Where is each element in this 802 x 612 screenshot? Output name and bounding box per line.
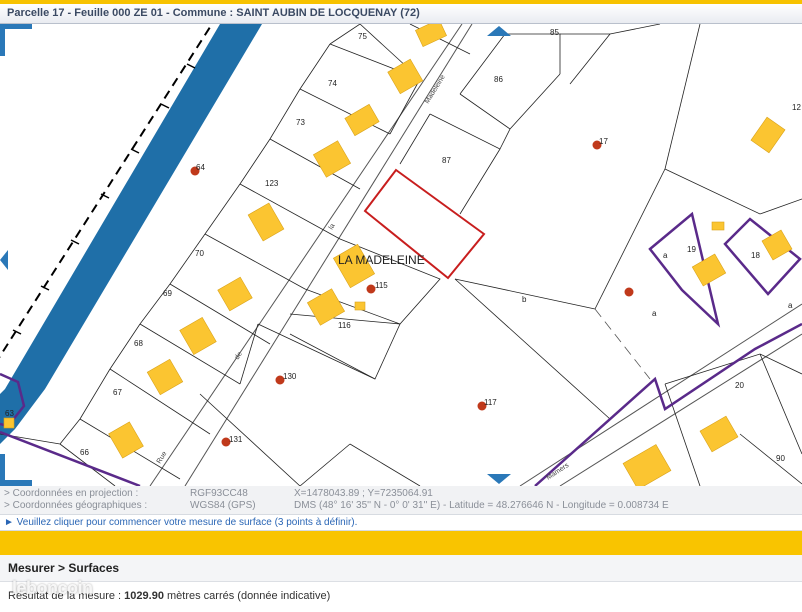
parcel-label-70: 70 (195, 249, 204, 258)
street-label: la (328, 223, 337, 231)
parcel-label-73: 73 (296, 118, 305, 127)
parcel-label-12: 12 (792, 103, 801, 112)
parcel-label-64: 64 (196, 163, 205, 172)
parcel-label-123: 123 (265, 179, 279, 188)
parcel-label-74: 74 (328, 79, 337, 88)
leboncoin-watermark: leboncoin (12, 578, 93, 598)
projection-system: RGF93CC48 (190, 488, 248, 499)
parcel-label-66: 66 (80, 448, 89, 457)
road-edges (149, 24, 802, 486)
corner-bracket-tl (0, 24, 32, 56)
parcel-label-115: 115 (375, 281, 388, 290)
parcel-label-85: 85 (550, 28, 559, 37)
projection-label: > Coordonnées en projection : (4, 488, 139, 499)
result-suffix: mètres carrés (donnée indicative) (163, 590, 331, 602)
instruction-text: ► Veuillez cliquer pour commencer votre … (4, 517, 358, 528)
dashed-boundary (594, 308, 651, 380)
coordinates-panel: > Coordonnées en projection : RGF93CC48 … (0, 486, 802, 514)
measure-instruction: ► Veuillez cliquer pour commencer votre … (0, 514, 802, 531)
parcel-label-68: 68 (134, 339, 143, 348)
cadastre-map[interactable]: 75 85 74 86 73 87 17 123 64 70 19 18 12 69 115 1… (0, 24, 802, 486)
parcel-label-90: 90 (776, 454, 785, 463)
pan-up-arrow[interactable] (487, 26, 511, 36)
parcel-label-19: 19 (687, 245, 696, 254)
parcel-title: Parcelle 17 - Feuille 000 ZE 01 - Commun… (7, 7, 420, 19)
yellow-band (0, 531, 802, 555)
measure-result: Résultat de la mesure : 1029.90 mètres c… (0, 581, 802, 612)
pan-left-arrow[interactable] (0, 250, 8, 270)
place-label: LA MADELEINE (338, 253, 425, 267)
measure-panel-title: Mesurer > Surfaces (8, 561, 120, 575)
result-value: 1029.90 (124, 590, 164, 602)
measure-panel: Mesurer > Surfaces Résultat de la mesure… (0, 555, 802, 612)
geo-label: > Coordonnées géographiques : (4, 500, 148, 511)
parcel-label-63: 63 (5, 409, 14, 418)
subparcel-label: a (652, 309, 657, 318)
parcel-label-117: 117 (484, 398, 497, 407)
street-label: Rue (156, 450, 169, 465)
parcel-label-67: 67 (113, 388, 122, 397)
subparcel-label: a (663, 251, 668, 260)
parcel-label-17: 17 (599, 137, 608, 146)
parcel-label-131: 131 (229, 435, 243, 444)
title-bar: Parcelle 17 - Feuille 000 ZE 01 - Commun… (0, 4, 802, 24)
parcel-label-130: 130 (283, 372, 297, 381)
parcel-label-20: 20 (735, 381, 744, 390)
parcel-label-86: 86 (494, 75, 503, 84)
corner-bracket-bl (0, 454, 32, 486)
parcel-label-87: 87 (442, 156, 451, 165)
parcel-markers (190, 140, 634, 447)
projection-value: X=1478043.89 ; Y=7235064.91 (294, 488, 433, 499)
street-label: Madeleine (424, 74, 447, 105)
railway-line (0, 24, 213, 359)
parcel-label-69: 69 (163, 289, 172, 298)
parcel-label-116: 116 (338, 321, 351, 330)
subparcel-label: b (522, 295, 527, 304)
pan-down-arrow[interactable] (487, 474, 511, 484)
parcel-label-18: 18 (751, 251, 760, 260)
parcel-label-75: 75 (358, 32, 367, 41)
geo-system: WGS84 (GPS) (190, 500, 256, 511)
subparcel-label: a (788, 301, 793, 310)
geo-value: DMS (48° 16' 35'' N - 0° 0' 31'' E) - La… (294, 500, 669, 511)
